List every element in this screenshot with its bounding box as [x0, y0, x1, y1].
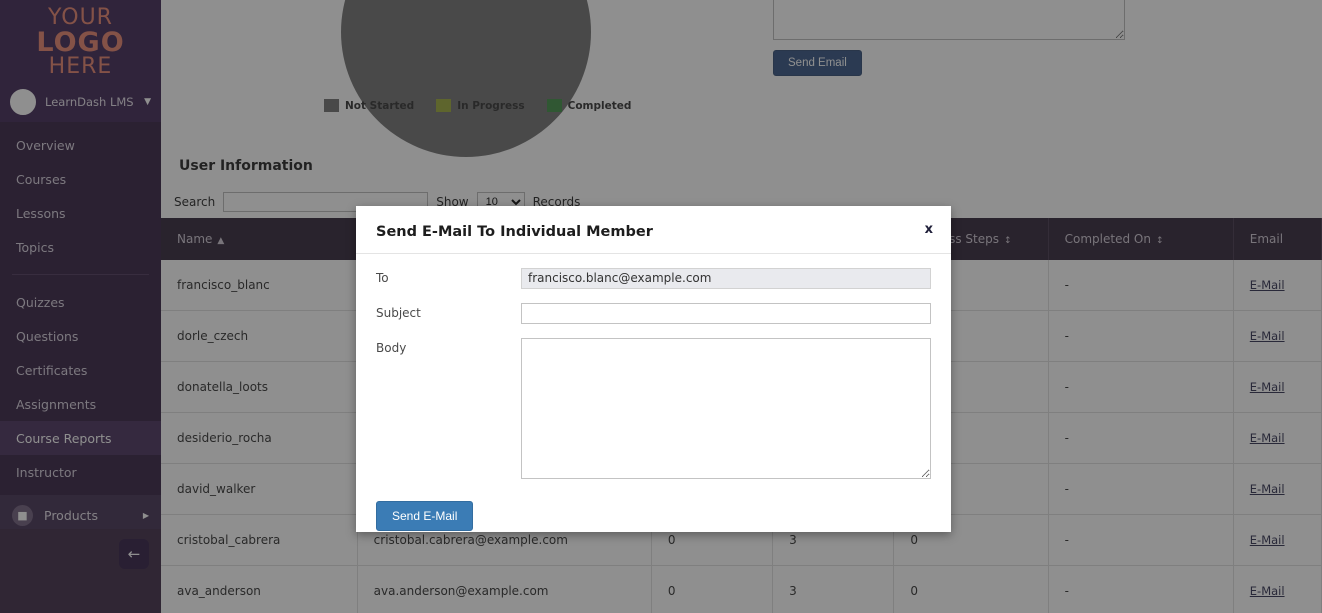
body-label: Body — [376, 341, 407, 355]
subject-label: Subject — [376, 306, 421, 320]
to-field: francisco.blanc@example.com — [521, 268, 931, 289]
to-label: To — [376, 271, 389, 285]
modal-title: Send E-Mail To Individual Member — [376, 224, 653, 240]
modal-body: To francisco.blanc@example.com Subject B… — [356, 254, 951, 479]
send-e-mail-button[interactable]: Send E-Mail — [376, 501, 474, 531]
subject-field-row: Subject — [376, 303, 931, 324]
send-email-modal: Send E-Mail To Individual Member x To fr… — [356, 206, 951, 532]
close-icon[interactable]: x — [925, 222, 933, 237]
body-field-row: Body — [376, 338, 931, 479]
modal-header: Send E-Mail To Individual Member x — [356, 206, 951, 254]
to-field-row: To francisco.blanc@example.com — [376, 268, 931, 289]
body-textarea[interactable] — [521, 338, 931, 479]
subject-input[interactable] — [521, 303, 931, 324]
